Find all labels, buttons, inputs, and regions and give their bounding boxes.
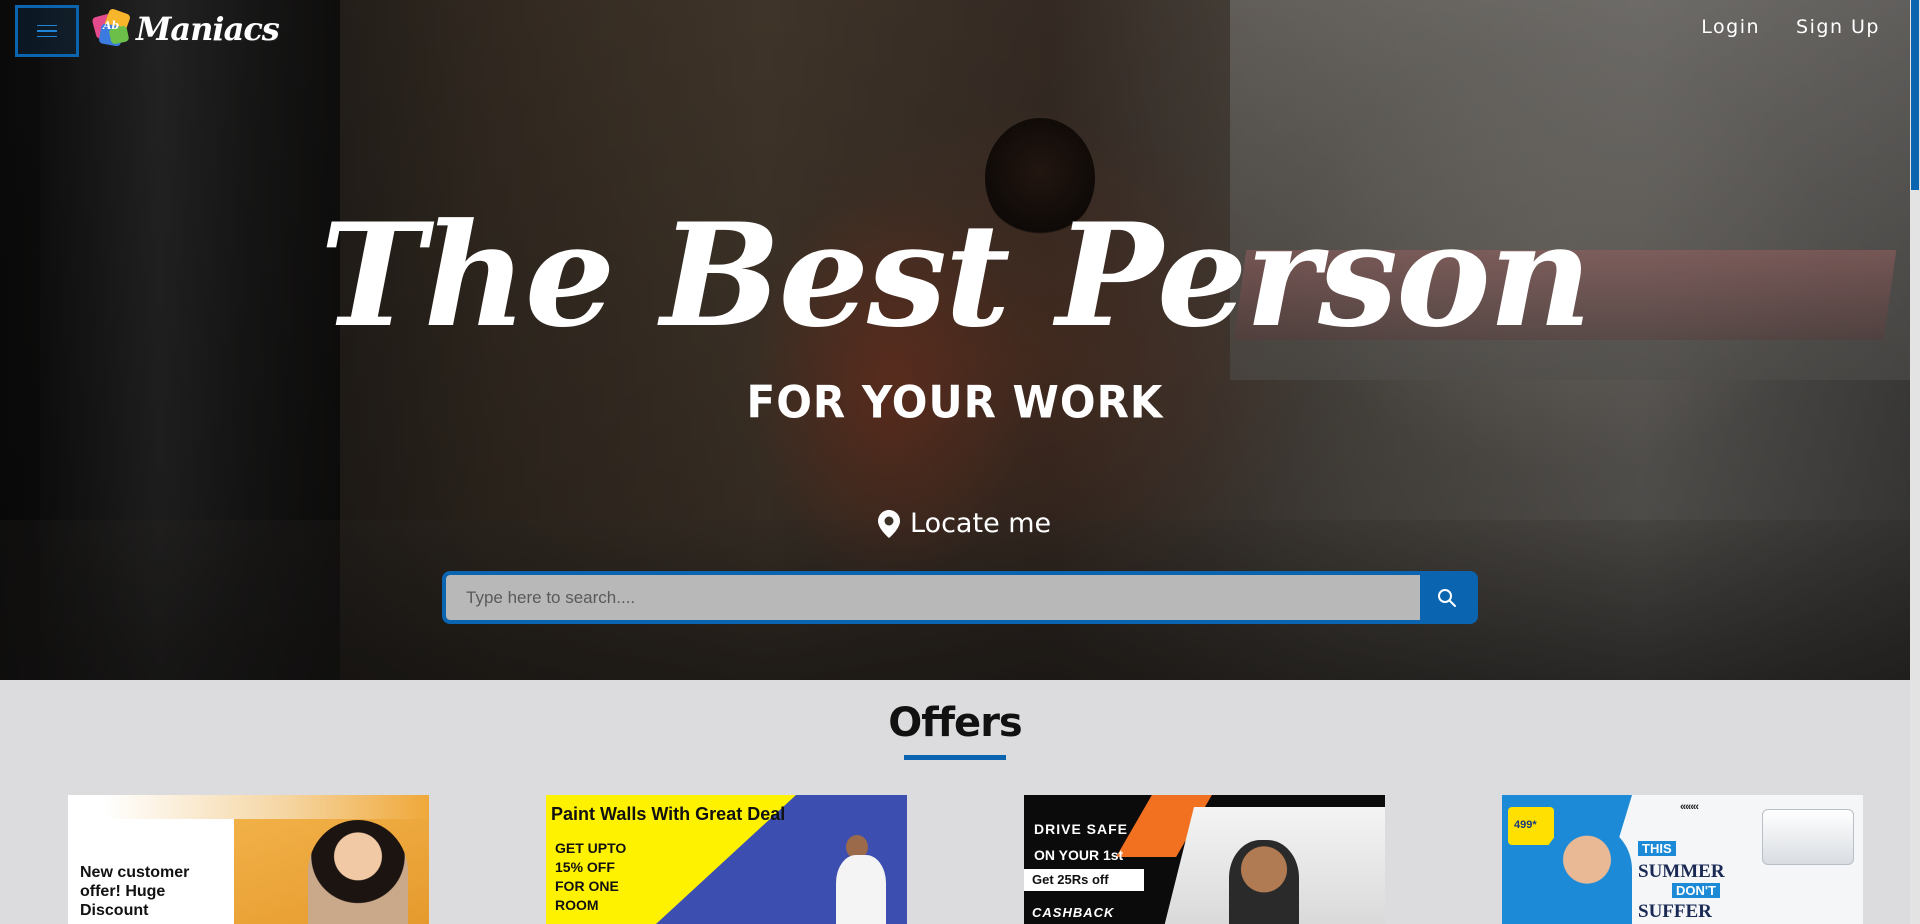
hero-banner: Ab Maniacs Login Sign Up The Best Person… — [0, 0, 1910, 680]
offer-card-photo — [1542, 825, 1632, 924]
hero-title: The Best Person — [319, 193, 1592, 359]
map-pin-icon — [878, 509, 900, 538]
offers-heading: Offers — [888, 700, 1022, 746]
menu-button[interactable] — [15, 5, 79, 57]
logo-text: Maniacs — [136, 10, 280, 48]
offer-card-paint[interactable]: Paint Walls With Great Deal GET UPTO 15%… — [546, 795, 907, 924]
offer-card-ac-service[interactable]: 499* «««‹ THIS SUMMER DON'T SUFFER — [1502, 795, 1863, 924]
offer-card-highlight: Get 25Rs off — [1024, 869, 1144, 891]
site-logo[interactable]: Ab Maniacs — [91, 7, 280, 50]
auth-nav: Login Sign Up — [1701, 16, 1880, 38]
login-link[interactable]: Login — [1701, 16, 1760, 38]
search-bar — [442, 571, 1478, 624]
offer-card-dont: DON'T — [1672, 883, 1720, 898]
locate-me-button[interactable]: Locate me — [878, 508, 1051, 539]
offer-card-text: GET UPTO 15% OFF FOR ONE ROOM — [555, 840, 627, 913]
hero-subtitle: FOR YOUR WORK — [746, 376, 1164, 429]
offer-card-line4: CASHBACK — [1032, 905, 1115, 920]
offer-card-drive[interactable]: DRIVE SAFE ON YOUR 1st Get 25Rs off CASH… — [1024, 795, 1385, 924]
offer-card-photo — [308, 820, 408, 924]
offer-card-new-customer[interactable]: New customer offer! Huge Discount — [68, 795, 429, 924]
offer-card-suffer: SUFFER — [1638, 901, 1712, 922]
hamburger-menu-icon — [37, 24, 57, 38]
page-scrollbar[interactable] — [1910, 0, 1920, 924]
logo-mark-icon: Ab — [91, 7, 132, 49]
signup-link[interactable]: Sign Up — [1796, 16, 1880, 38]
offer-card-price-badge: 499* — [1508, 807, 1554, 845]
offer-card-title: Paint Walls With Great Deal — [551, 804, 786, 824]
offer-card-photo — [1229, 840, 1299, 924]
offer-card-line2: ON YOUR 1st — [1034, 847, 1124, 863]
search-button[interactable] — [1420, 575, 1474, 620]
locate-me-label: Locate me — [910, 508, 1052, 539]
chevrons-icon: «««‹ — [1680, 801, 1699, 813]
logo-mark-letters: Ab — [103, 19, 120, 32]
air-conditioner-icon — [1762, 809, 1854, 865]
offer-card-this: THIS — [1638, 841, 1676, 856]
offer-card-line1: DRIVE SAFE — [1034, 821, 1129, 837]
search-icon — [1438, 588, 1456, 607]
scrollbar-thumb[interactable] — [1911, 0, 1919, 190]
search-input[interactable] — [446, 575, 1420, 620]
offer-card-text: New customer offer! Huge Discount — [80, 864, 190, 919]
offer-card-summer: SUMMER — [1638, 861, 1725, 882]
offers-heading-underline — [904, 755, 1006, 760]
offer-card-line3: Get 25Rs off — [1032, 872, 1109, 887]
offer-card-photo — [836, 855, 886, 924]
